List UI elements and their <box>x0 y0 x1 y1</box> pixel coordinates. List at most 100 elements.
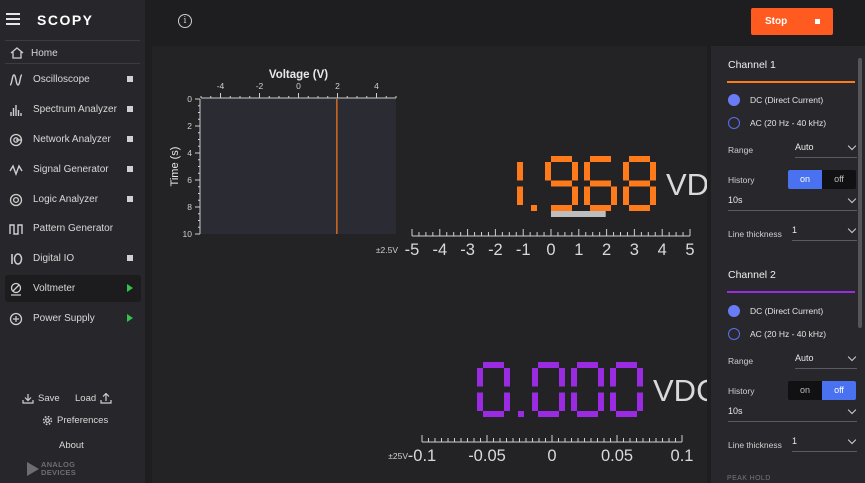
voltmeter-display: -4-20240246810Voltage (V)Time (s)1.968VD… <box>169 69 707 465</box>
about-button[interactable]: About <box>59 440 84 451</box>
stop-button[interactable]: Stop <box>751 8 833 35</box>
sidebar-item-label: Oscilloscope <box>33 74 90 85</box>
panel-scrollbar[interactable] <box>858 58 862 328</box>
channel2-digit-segment <box>598 392 604 411</box>
channel1-digit-segment <box>629 205 650 211</box>
play-indicator-icon[interactable] <box>127 314 133 322</box>
channel-1-dc-radio[interactable] <box>728 94 740 106</box>
load-button[interactable]: Load <box>75 393 112 404</box>
save-label: Save <box>38 393 60 404</box>
channel2-digit-segment <box>477 392 483 411</box>
sidebar-item-label: Logic Analyzer <box>33 194 99 205</box>
channel1-digit-segment <box>545 162 551 181</box>
channel-2-line-thickness-select[interactable]: 1 <box>792 435 857 452</box>
channel-2-range-select[interactable]: Auto <box>795 352 857 369</box>
play-indicator-icon[interactable] <box>127 284 133 292</box>
history-plot-x-tick-label: 0 <box>296 81 301 91</box>
history-plot-x-tick-label: -4 <box>217 81 225 91</box>
save-icon <box>22 394 34 404</box>
history-plot-y-tick-label: 8 <box>187 202 192 212</box>
channel1-scale-tick-label: 5 <box>685 241 694 259</box>
channel-1-dc-option[interactable]: DC (Direct Current) <box>728 94 823 106</box>
channel1-digit-segment <box>517 186 523 205</box>
channel-2-history-toggle[interactable]: on off <box>788 381 856 400</box>
channel-2-history-off[interactable]: off <box>822 381 856 400</box>
channel-1-history-off[interactable]: off <box>822 170 856 189</box>
channel1-digit-segment <box>590 205 611 211</box>
stopped-indicator-icon[interactable] <box>127 136 133 142</box>
channel2-digit-segment <box>610 368 616 387</box>
sidebar-item-label: Spectrum Analyzer <box>33 104 117 115</box>
channel-1-ac-label: AC (20 Hz - 40 kHz) <box>750 118 827 128</box>
channel-1-history-on[interactable]: on <box>788 170 822 189</box>
channel2-scale-tick-label: -0.1 <box>408 447 436 465</box>
sidebar-item-oscilloscope[interactable]: Oscilloscope <box>5 66 141 93</box>
history-plot-y-tick-label: 6 <box>187 175 192 185</box>
channel2-digit-segment <box>538 362 559 368</box>
channel-1-ac-option[interactable]: AC (20 Hz - 40 kHz) <box>728 117 826 129</box>
history-plot-y-tick-label: 4 <box>187 148 192 158</box>
sidebar-item-label: Pattern Generator <box>33 223 114 234</box>
channel1-value-bar <box>551 211 606 217</box>
channel-2-dc-label: DC (Direct Current) <box>750 306 824 316</box>
stopped-indicator-icon[interactable] <box>127 196 133 202</box>
channel-2-history-label: History <box>728 386 755 396</box>
channel-1-title[interactable]: Channel 1 <box>728 59 776 71</box>
channel1-scale-tick-label: -2 <box>488 241 503 259</box>
stopped-indicator-icon[interactable] <box>127 166 133 172</box>
sidebar-item-power-supply[interactable]: Power Supply <box>5 305 141 332</box>
stopped-indicator-icon[interactable] <box>127 255 133 261</box>
channel-2-history-on[interactable]: on <box>788 381 822 400</box>
peak-hold-label[interactable]: PEAK HOLD <box>727 475 771 482</box>
channel-1-history-label: History <box>728 175 755 185</box>
save-button[interactable]: Save <box>22 393 60 404</box>
channel1-digit-segment <box>551 180 572 187</box>
analog-devices-logo: ANALOG DEVICES <box>27 461 76 476</box>
channel1-scale-tick-label: 3 <box>630 241 639 259</box>
channel-1-history-duration-select[interactable]: 10s <box>728 194 857 211</box>
channel-1-line-thickness-value: 1 <box>792 225 798 235</box>
channel-1-ac-radio[interactable] <box>728 117 740 129</box>
sidebar-item-home[interactable]: Home <box>10 45 58 61</box>
sidebar-item-label: Voltmeter <box>33 283 76 294</box>
history-plot-y-tick-label: 2 <box>187 121 192 131</box>
channel-1-range-value: Auto <box>795 142 814 152</box>
app-logo: SCOPY <box>37 12 94 28</box>
sidebar-item-logic-analyzer[interactable]: Logic Analyzer <box>5 186 141 213</box>
channel2-unit-label: VDC <box>653 373 707 408</box>
channel-2-dc-radio[interactable] <box>728 305 740 317</box>
channel-2-ac-option[interactable]: AC (20 Hz - 40 kHz) <box>728 328 826 340</box>
channel-2-history-duration-select[interactable]: 10s <box>728 405 857 422</box>
channel-2-ac-radio[interactable] <box>728 328 740 340</box>
channel2-digit-segment <box>483 362 504 368</box>
channel2-digit-segment <box>571 368 577 387</box>
sidebar-divider <box>5 63 140 64</box>
channel2-digit-segment <box>571 392 577 411</box>
channel2-digit-segment <box>577 362 598 368</box>
channel-1-history-toggle[interactable]: on off <box>788 170 856 189</box>
preferences-button[interactable]: Preferences <box>42 415 108 426</box>
channel-2-range-label: Range <box>728 356 754 366</box>
channel-2-dc-option[interactable]: DC (Direct Current) <box>728 305 823 317</box>
chevron-down-icon <box>847 194 857 204</box>
hamburger-menu-icon[interactable] <box>6 13 20 25</box>
channel2-scale-tick-label: -0.05 <box>468 447 506 465</box>
stopped-indicator-icon[interactable] <box>127 106 133 112</box>
sidebar-item-digital-io[interactable]: Digital IO <box>5 245 141 272</box>
channel-settings-panel: Channel 1 DC (Direct Current) AC (20 Hz … <box>711 46 865 483</box>
analog-devices-triangle-icon <box>27 461 39 476</box>
sidebar-item-pattern-generator[interactable]: Pattern Generator <box>5 215 141 242</box>
channel-2-range-value: Auto <box>795 353 814 363</box>
sidebar-item-spectrum-analyzer[interactable]: Spectrum Analyzer <box>5 96 141 123</box>
sidebar-item-signal-generator[interactable]: Signal Generator <box>5 156 141 183</box>
channel1-decimal-point <box>531 205 537 211</box>
channel-1-range-select[interactable]: Auto <box>795 141 857 158</box>
stopped-indicator-icon[interactable] <box>127 76 133 82</box>
info-icon[interactable]: i <box>178 14 192 28</box>
channel2-digit-segment <box>532 392 538 411</box>
history-plot-ylabel: Time (s) <box>169 147 181 187</box>
channel-2-title[interactable]: Channel 2 <box>728 269 776 281</box>
channel-1-line-thickness-select[interactable]: 1 <box>792 224 857 241</box>
sidebar-item-network-analyzer[interactable]: Network Analyzer <box>5 126 141 153</box>
sidebar-item-voltmeter[interactable]: Voltmeter <box>5 275 141 302</box>
